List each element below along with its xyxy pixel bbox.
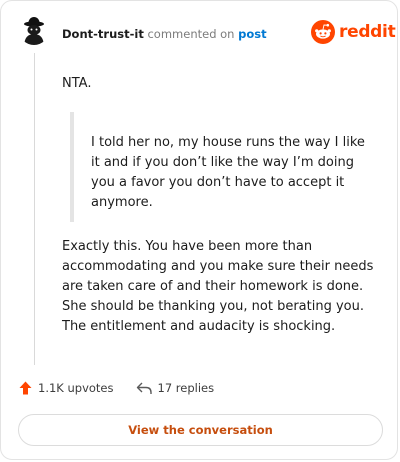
- reddit-wordmark: reddit: [339, 22, 396, 42]
- upvote-button[interactable]: 1.1K upvotes: [19, 381, 114, 395]
- reply-count: 17 replies: [157, 381, 215, 395]
- replies-button[interactable]: 17 replies: [136, 381, 215, 395]
- post-link[interactable]: post: [238, 27, 266, 41]
- comment-intro: NTA.: [62, 76, 92, 91]
- username-link[interactable]: Dont-trust-it: [62, 27, 144, 41]
- thread-line: [34, 53, 35, 365]
- upvote-count: 1.1K upvotes: [38, 381, 114, 395]
- user-avatar-icon: [19, 15, 49, 45]
- comment-header: Dont-trust-it commented on post: [62, 26, 267, 42]
- view-conversation-button[interactable]: View the conversation: [18, 414, 383, 446]
- reply-arrow-icon: [136, 382, 152, 394]
- blockquote: I told her no, my house runs the way I l…: [70, 112, 366, 222]
- action-text: commented on: [147, 27, 235, 41]
- quote-text: I told her no, my house runs the way I l…: [91, 135, 365, 210]
- reddit-snoo-icon: [311, 20, 335, 44]
- upvote-arrow-icon: [19, 381, 32, 395]
- comment-card: Dont-trust-it commented on post reddit N…: [0, 0, 398, 460]
- comment-body: NTA. I told her no, my house runs the wa…: [62, 74, 382, 334]
- reddit-brand[interactable]: reddit: [311, 20, 396, 44]
- avatar[interactable]: [19, 15, 49, 45]
- comment-reply-text: Exactly this. You have been more than ac…: [62, 239, 374, 334]
- comment-footer: 1.1K upvotes 17 replies: [19, 381, 236, 395]
